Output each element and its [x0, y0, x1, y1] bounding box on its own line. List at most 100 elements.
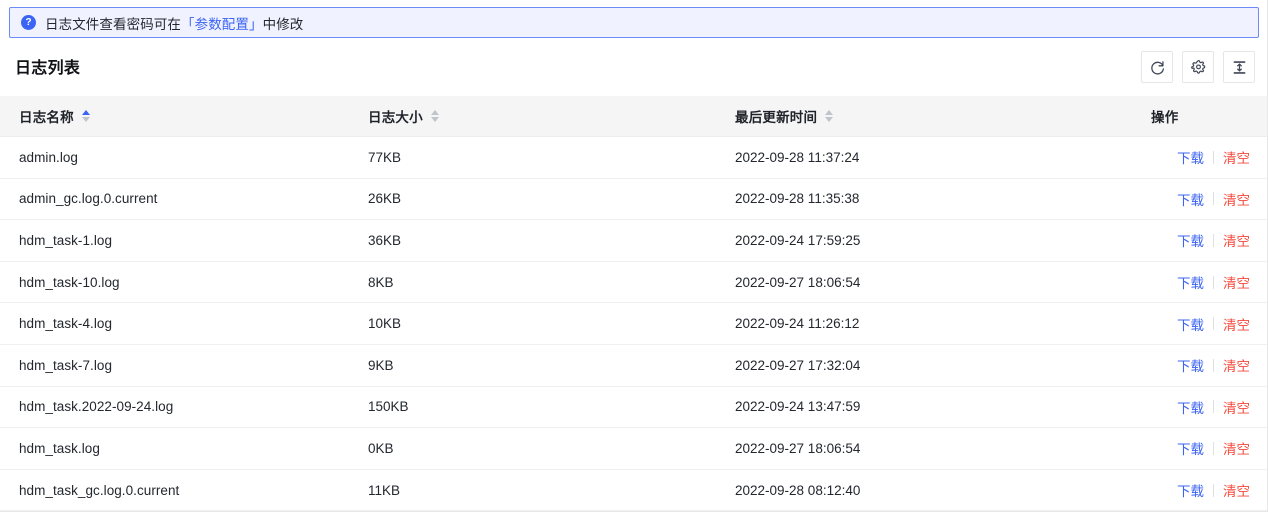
column-header-name-label: 日志名称 — [19, 106, 74, 126]
cell-log-size: 0KB — [368, 441, 735, 456]
download-link[interactable]: 下载 — [1177, 272, 1204, 292]
cell-log-name: hdm_task_gc.log.0.current — [0, 483, 368, 498]
cell-log-name: hdm_task.2022-09-24.log — [0, 399, 368, 414]
table-row: admin.log77KB2022-09-28 11:37:24下载清空 — [0, 137, 1268, 179]
action-divider — [1213, 192, 1214, 205]
table-row: hdm_task.log0KB2022-09-27 18:06:54下载清空 — [0, 428, 1268, 470]
download-link[interactable]: 下载 — [1177, 397, 1204, 417]
column-header-updated[interactable]: 最后更新时间 — [735, 106, 1151, 126]
gear-icon — [1190, 59, 1207, 76]
action-divider — [1213, 359, 1214, 372]
download-link[interactable]: 下载 — [1177, 355, 1204, 375]
download-link[interactable]: 下载 — [1177, 230, 1204, 250]
cell-log-size: 9KB — [368, 358, 735, 373]
settings-button[interactable] — [1182, 51, 1214, 83]
sort-toggle-name[interactable] — [82, 108, 91, 124]
clear-link[interactable]: 清空 — [1223, 272, 1250, 292]
clear-link[interactable]: 清空 — [1223, 314, 1250, 334]
density-icon — [1231, 59, 1248, 76]
table-row: hdm_task-10.log8KB2022-09-27 18:06:54下载清… — [0, 262, 1268, 304]
cell-updated-at: 2022-09-24 17:59:25 — [735, 233, 1151, 248]
cell-updated-at: 2022-09-28 08:12:40 — [735, 483, 1151, 498]
caret-up-icon — [82, 110, 90, 115]
column-header-action: 操作 — [1151, 106, 1268, 126]
table-row: admin_gc.log.0.current26KB2022-09-28 11:… — [0, 179, 1268, 221]
caret-down-icon — [82, 117, 90, 122]
action-divider — [1213, 484, 1214, 497]
action-divider — [1213, 276, 1214, 289]
cell-updated-at: 2022-09-28 11:37:24 — [735, 150, 1151, 165]
action-divider — [1213, 234, 1214, 247]
card-header: 日志列表 — [0, 46, 1268, 92]
question-circle-icon: ? — [21, 15, 36, 30]
action-divider — [1213, 317, 1214, 330]
cell-updated-at: 2022-09-28 11:35:38 — [735, 191, 1151, 206]
cell-log-name: hdm_task-7.log — [0, 358, 368, 373]
table-row: hdm_task-1.log36KB2022-09-24 17:59:25下载清… — [0, 220, 1268, 262]
refresh-button[interactable] — [1141, 51, 1173, 83]
caret-down-icon — [431, 117, 439, 122]
cell-actions: 下载清空 — [1151, 355, 1268, 375]
cell-log-size: 77KB — [368, 150, 735, 165]
alert-text-before: 日志文件查看密码可在 — [45, 17, 181, 32]
cell-updated-at: 2022-09-24 11:26:12 — [735, 316, 1151, 331]
page-title: 日志列表 — [15, 54, 80, 78]
cell-updated-at: 2022-09-24 13:47:59 — [735, 399, 1151, 414]
cell-actions: 下载清空 — [1151, 189, 1268, 209]
cell-actions: 下载清空 — [1151, 480, 1268, 500]
clear-link[interactable]: 清空 — [1223, 147, 1250, 167]
cell-log-name: admin.log — [0, 150, 368, 165]
column-header-size[interactable]: 日志大小 — [368, 106, 735, 126]
alert-text-after: 中修改 — [263, 17, 304, 32]
log-table: 日志名称 日志大小 最后更新时间 — [0, 96, 1268, 511]
download-link[interactable]: 下载 — [1177, 480, 1204, 500]
clear-link[interactable]: 清空 — [1223, 397, 1250, 417]
cell-actions: 下载清空 — [1151, 272, 1268, 292]
refresh-icon — [1149, 59, 1166, 76]
cell-actions: 下载清空 — [1151, 147, 1268, 167]
cell-log-name: hdm_task.log — [0, 441, 368, 456]
download-link[interactable]: 下载 — [1177, 438, 1204, 458]
cell-log-name: hdm_task-10.log — [0, 275, 368, 290]
density-button[interactable] — [1223, 51, 1255, 83]
column-header-action-label: 操作 — [1151, 106, 1178, 126]
download-link[interactable]: 下载 — [1177, 147, 1204, 167]
alert-link-param-config[interactable]: 「参数配置」 — [181, 17, 263, 32]
clear-link[interactable]: 清空 — [1223, 480, 1250, 500]
table-row: hdm_task.2022-09-24.log150KB2022-09-24 1… — [0, 387, 1268, 429]
cell-log-size: 10KB — [368, 316, 735, 331]
caret-down-icon — [825, 117, 833, 122]
sort-toggle-size[interactable] — [431, 108, 440, 124]
alert-message: 日志文件查看密码可在「参数配置」中修改 — [45, 13, 303, 33]
clear-link[interactable]: 清空 — [1223, 355, 1250, 375]
caret-up-icon — [431, 110, 439, 115]
clear-link[interactable]: 清空 — [1223, 189, 1250, 209]
action-divider — [1213, 151, 1214, 164]
cell-actions: 下载清空 — [1151, 438, 1268, 458]
cell-log-name: admin_gc.log.0.current — [0, 191, 368, 206]
sort-toggle-updated[interactable] — [825, 108, 834, 124]
cell-actions: 下载清空 — [1151, 397, 1268, 417]
download-link[interactable]: 下载 — [1177, 314, 1204, 334]
action-divider — [1213, 400, 1214, 413]
table-header-row: 日志名称 日志大小 最后更新时间 — [0, 96, 1268, 137]
column-header-updated-label: 最后更新时间 — [735, 106, 817, 126]
cell-log-name: hdm_task-4.log — [0, 316, 368, 331]
cell-log-size: 26KB — [368, 191, 735, 206]
cell-log-name: hdm_task-1.log — [0, 233, 368, 248]
clear-link[interactable]: 清空 — [1223, 230, 1250, 250]
table-row: hdm_task-4.log10KB2022-09-24 11:26:12 下载清… — [0, 303, 1268, 345]
cell-log-size: 8KB — [368, 275, 735, 290]
info-alert-banner: ? 日志文件查看密码可在「参数配置」中修改 — [9, 7, 1259, 38]
clear-link[interactable]: 清空 — [1223, 438, 1250, 458]
column-header-name[interactable]: 日志名称 — [0, 106, 368, 126]
cell-updated-at: 2022-09-27 18:06:54 — [735, 275, 1151, 290]
table-body: admin.log77KB2022-09-28 11:37:24下载清空admi… — [0, 137, 1268, 511]
table-row: hdm_task_gc.log.0.current11KB2022-09-28 … — [0, 470, 1268, 512]
cell-actions: 下载清空 — [1151, 230, 1268, 250]
cell-log-size: 11KB — [368, 483, 735, 498]
cell-updated-at: 2022-09-27 17:32:04 — [735, 358, 1151, 373]
download-link[interactable]: 下载 — [1177, 189, 1204, 209]
caret-up-icon — [825, 110, 833, 115]
table-row: hdm_task-7.log9KB2022-09-27 17:32:04下载清空 — [0, 345, 1268, 387]
